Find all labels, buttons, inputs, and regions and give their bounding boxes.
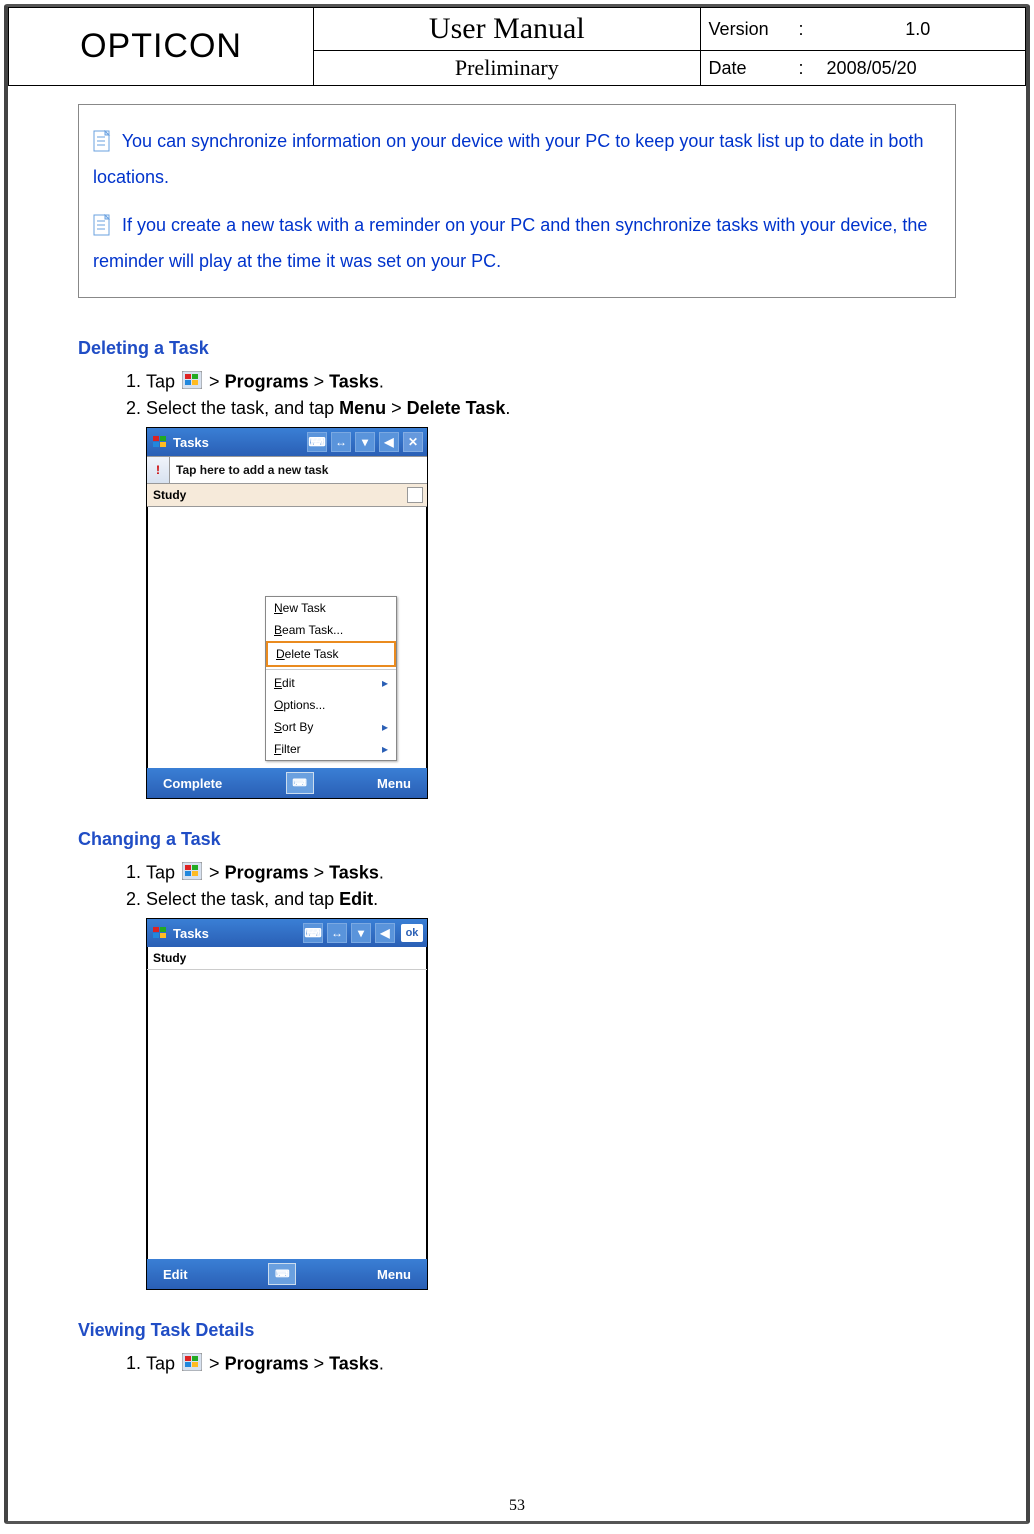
- doc-subtitle: Preliminary: [314, 51, 700, 86]
- keyboard-icon[interactable]: ⌨: [303, 923, 323, 943]
- note-text-1: You can synchronize information on your …: [93, 131, 923, 187]
- heading-viewing: Viewing Task Details: [78, 1320, 956, 1341]
- note-box: You can synchronize information on your …: [78, 104, 956, 298]
- doc-title: User Manual: [314, 8, 700, 51]
- changing-step-1: Tap > Programs > Tasks.: [146, 860, 956, 887]
- note-icon: [93, 214, 113, 238]
- titlebar-title: Tasks: [173, 926, 209, 941]
- ok-button[interactable]: ok: [401, 924, 423, 942]
- menu-delete-task[interactable]: Delete Task: [266, 641, 396, 667]
- deleting-step-2: Select the task, and tap Menu > Delete T…: [146, 396, 956, 421]
- menu-filter[interactable]: Filter▸: [266, 738, 396, 760]
- windows-flag-icon: [182, 1353, 202, 1376]
- changing-step-2: Select the task, and tap Edit.: [146, 887, 956, 912]
- date-row: Date : 2008/05/20: [700, 51, 1025, 86]
- new-task-input[interactable]: ! Tap here to add a new task: [147, 456, 427, 484]
- menu-sort-by[interactable]: Sort By▸: [266, 716, 396, 738]
- windows-flag-icon: [182, 862, 202, 885]
- softkey-right[interactable]: Menu: [377, 1267, 411, 1282]
- viewing-step-1: Tap > Programs > Tasks.: [146, 1351, 956, 1378]
- context-menu: New Task Beam Task... Delete Task Edit▸ …: [265, 596, 397, 761]
- task-row[interactable]: Study: [147, 484, 427, 507]
- menu-beam-task[interactable]: Beam Task...: [266, 619, 396, 641]
- date-label: Date: [709, 58, 799, 79]
- version-row: Version : 1.0: [700, 8, 1025, 51]
- softkey-left[interactable]: Edit: [163, 1267, 188, 1282]
- note-text-2: If you create a new task with a reminder…: [93, 215, 927, 271]
- heading-deleting: Deleting a Task: [78, 338, 956, 359]
- brand: OPTICON: [9, 8, 314, 86]
- menu-new-task[interactable]: New Task: [266, 597, 396, 619]
- signal-icon[interactable]: ▾: [351, 923, 371, 943]
- keyboard-icon[interactable]: ⌨: [286, 772, 314, 794]
- note-icon: [93, 130, 113, 154]
- volume-icon[interactable]: ◀: [379, 432, 399, 452]
- windows-flag-icon: [151, 434, 169, 450]
- menu-edit[interactable]: Edit▸: [266, 672, 396, 694]
- sync-icon[interactable]: ↔: [327, 923, 347, 943]
- windows-flag-icon: [182, 371, 202, 394]
- page-number: 53: [8, 1497, 1026, 1515]
- volume-icon[interactable]: ◀: [375, 923, 395, 943]
- heading-changing: Changing a Task: [78, 829, 956, 850]
- sync-icon[interactable]: ↔: [331, 432, 351, 452]
- version-label: Version: [709, 19, 799, 40]
- screenshot-tasks-edit: Tasks ⌨ ↔ ▾ ◀ ok Study Edit ⌨ Menu: [146, 918, 428, 1290]
- titlebar-title: Tasks: [173, 435, 209, 450]
- deleting-step-1: Tap > Programs > Tasks.: [146, 369, 956, 396]
- windows-flag-icon: [151, 925, 169, 941]
- softkey-left[interactable]: Complete: [163, 776, 222, 791]
- menu-options[interactable]: Options...: [266, 694, 396, 716]
- version-value: 1.0: [819, 19, 1017, 40]
- document-header: OPTICON User Manual Version : 1.0 Prelim…: [8, 7, 1026, 86]
- softkey-right[interactable]: Menu: [377, 776, 411, 791]
- close-icon[interactable]: ✕: [403, 432, 423, 452]
- date-value: 2008/05/20: [819, 58, 1017, 79]
- signal-icon[interactable]: ▾: [355, 432, 375, 452]
- screenshot-tasks-delete: Tasks ⌨ ↔ ▾ ◀ ✕ ! Tap here to add a new …: [146, 427, 428, 799]
- keyboard-icon[interactable]: ⌨: [268, 1263, 296, 1285]
- task-title: Study: [147, 947, 427, 970]
- keyboard-icon[interactable]: ⌨: [307, 432, 327, 452]
